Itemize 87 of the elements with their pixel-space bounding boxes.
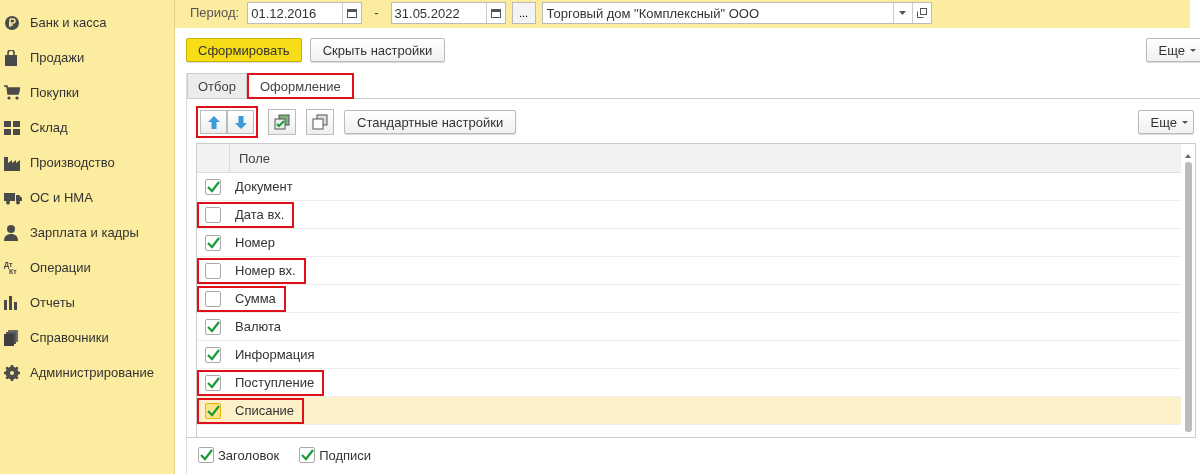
table-row[interactable]: Информация <box>197 341 1181 369</box>
checkbox-label: Заголовок <box>218 447 280 463</box>
checkbox-label: Подписи <box>319 447 372 463</box>
arrow-up-icon <box>207 115 220 129</box>
field-name: Сумма <box>235 291 276 306</box>
checkbox[interactable] <box>205 206 221 223</box>
check-icon <box>206 180 220 193</box>
dropdown-icon <box>899 11 907 15</box>
sidebar-item[interactable]: Зарплата и кадры <box>0 215 174 250</box>
table-row[interactable]: Дата вх. <box>197 201 1181 229</box>
check-all-button[interactable] <box>268 109 296 135</box>
hide-settings-button[interactable]: Скрыть настройки <box>309 38 446 62</box>
sidebar-item[interactable]: Продажи <box>0 40 174 75</box>
caret-icon <box>1182 120 1188 124</box>
cart-icon <box>4 85 20 100</box>
grid-icon <box>4 120 20 135</box>
check-icon <box>300 449 314 461</box>
table-row[interactable]: Валюта <box>197 313 1181 341</box>
check-icon <box>206 376 220 389</box>
date-field[interactable]: 31.05.2022 <box>390 2 506 24</box>
generate-button[interactable]: Сформировать <box>186 38 302 62</box>
checkbox[interactable] <box>205 290 221 307</box>
field-name: Информация <box>235 347 315 362</box>
checkbox[interactable] <box>205 262 221 279</box>
check-icon <box>206 404 220 417</box>
scroll-up-icon[interactable] <box>1185 154 1191 158</box>
sidebar-item[interactable]: ОС и НМА <box>0 180 174 215</box>
field-name: Документ <box>235 179 293 194</box>
period-select-button[interactable]: ... <box>511 2 536 24</box>
date-field[interactable]: 01.12.2016 <box>247 2 363 24</box>
organization-field[interactable]: Торговый дом "Комплексный" ООО <box>541 2 932 24</box>
tab[interactable]: Отбор <box>187 73 247 98</box>
tab[interactable]: Оформление <box>247 73 354 99</box>
field-name: Дата вх. <box>235 207 285 222</box>
field-name: Номер <box>235 235 275 250</box>
sidebar-item[interactable]: Склад <box>0 110 174 145</box>
settings-icon <box>4 364 20 381</box>
checkbox[interactable] <box>205 178 221 195</box>
sidebar-item[interactable]: Справочники <box>0 320 174 355</box>
date-separator: - <box>373 4 380 20</box>
checkbox[interactable] <box>205 318 221 335</box>
factory-icon <box>4 154 20 171</box>
bar-chart-icon <box>4 295 18 310</box>
person-icon <box>4 224 18 241</box>
standard-settings-button[interactable]: Стандартные настройки <box>344 110 517 134</box>
coin-icon <box>4 14 20 31</box>
more-button[interactable]: Еще <box>1145 38 1200 62</box>
period-label: Период: <box>190 4 240 20</box>
calendar-icon <box>490 8 501 18</box>
bag-icon <box>4 49 18 66</box>
uncheck-all-button[interactable] <box>306 109 334 135</box>
table-row[interactable]: Сумма <box>197 285 1181 313</box>
caret-icon <box>1190 48 1196 52</box>
check-icon <box>206 348 220 361</box>
sidebar-item[interactable]: Банк и касса <box>0 5 174 40</box>
sidebar-item[interactable]: Отчеты <box>0 285 174 320</box>
field-name: Списание <box>235 403 295 418</box>
open-icon <box>916 8 927 18</box>
check-icon <box>199 449 213 461</box>
move-down-button[interactable] <box>227 110 254 134</box>
copies-icon <box>312 114 328 130</box>
field-name: Номер вх. <box>235 263 296 278</box>
field-name: Валюта <box>235 319 281 334</box>
table-row[interactable]: Номер вх. <box>197 257 1181 285</box>
move-up-button[interactable] <box>200 110 227 134</box>
checkbox[interactable] <box>198 447 214 463</box>
checkbox[interactable] <box>205 234 221 251</box>
check-icon <box>206 236 220 249</box>
more-button[interactable]: Еще <box>1137 110 1194 134</box>
checkbox[interactable] <box>299 447 316 463</box>
sidebar-item[interactable]: Администрирование <box>0 355 174 390</box>
column-header: Поле <box>238 150 272 168</box>
checkbox[interactable] <box>205 346 221 363</box>
table-row[interactable]: Списание <box>197 397 1181 425</box>
table-row[interactable]: Номер <box>197 229 1181 257</box>
sidebar-item[interactable]: Покупки <box>0 75 174 110</box>
calendar-icon <box>347 8 358 18</box>
table-row[interactable]: Документ <box>197 173 1181 201</box>
checkbox[interactable] <box>205 402 221 419</box>
field-name: Поступление <box>235 375 315 390</box>
truck-icon <box>4 190 22 205</box>
check-icon <box>206 320 220 333</box>
checked-copies-icon <box>274 114 290 130</box>
checkbox[interactable] <box>205 374 221 391</box>
sidebar-item[interactable]: Производство <box>0 145 174 180</box>
arrow-down-icon <box>234 115 247 129</box>
books-icon <box>4 329 18 346</box>
